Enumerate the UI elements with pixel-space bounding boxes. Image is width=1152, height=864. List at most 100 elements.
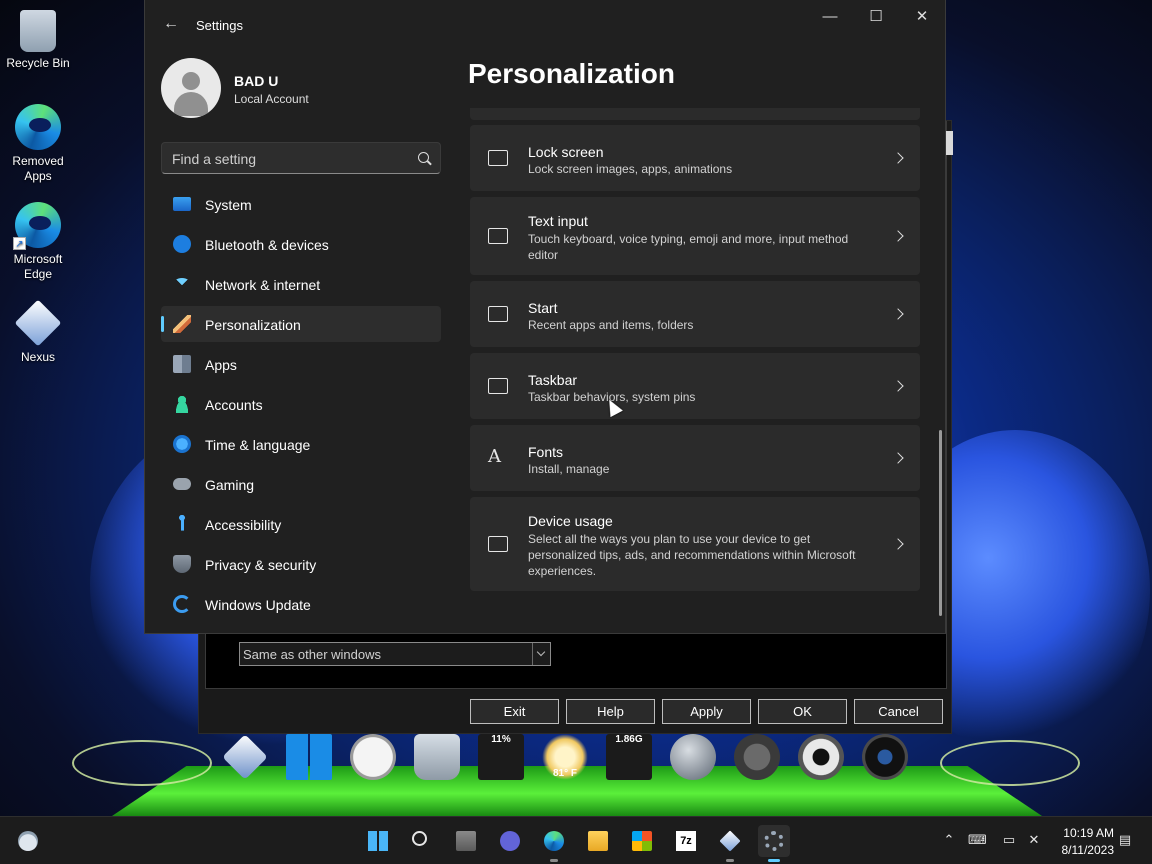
taskbar-settings[interactable] xyxy=(758,825,790,862)
lock-screen-icon xyxy=(488,150,508,166)
card-title: Device usage xyxy=(528,513,613,529)
window-style-dropdown[interactable]: Same as other windows xyxy=(239,642,551,666)
avatar-body-icon xyxy=(174,92,208,116)
dock-recycle-bin[interactable] xyxy=(410,732,464,786)
start-icon xyxy=(488,306,508,322)
sidebar-item-label: Privacy & security xyxy=(205,557,317,573)
gear-icon xyxy=(764,831,784,851)
card-start[interactable]: Start Recent apps and items, folders xyxy=(470,281,920,347)
display-icon[interactable]: ▭ xyxy=(1000,831,1018,849)
taskbar-start[interactable] xyxy=(362,825,394,857)
card-fonts[interactable]: A Fonts Install, manage xyxy=(470,425,920,491)
minimize-button[interactable]: — xyxy=(807,4,853,30)
edge-icon xyxy=(15,104,61,150)
chevron-up-icon[interactable]: ⌃ xyxy=(940,831,958,849)
sidebar-item-accessibility[interactable]: Accessibility xyxy=(161,506,441,542)
content-scrollbar[interactable] xyxy=(939,430,942,616)
taskbar-edge[interactable] xyxy=(538,825,570,862)
card-taskbar[interactable]: Taskbar Taskbar behaviors, system pins xyxy=(470,353,920,419)
desktop-icon-label: Recycle Bin xyxy=(6,56,70,70)
card-lock-screen[interactable]: Lock screen Lock screen images, apps, an… xyxy=(470,125,920,191)
running-indicator xyxy=(768,859,780,862)
settings-window: ← Settings — ☐ ✕ BAD U Local Account Sys… xyxy=(144,0,946,634)
sidebar-item-time-language[interactable]: Time & language xyxy=(161,426,441,462)
card-description: Select all the ways you plan to use your… xyxy=(528,532,856,578)
cloud-icon xyxy=(18,831,38,851)
cancel-button[interactable]: Cancel xyxy=(854,699,943,724)
taskbar-weather[interactable] xyxy=(12,825,44,857)
taskbar-7zip[interactable]: 7z xyxy=(670,825,702,857)
sidebar-item-windows-update[interactable]: Windows Update xyxy=(161,586,441,622)
taskbar-task-view[interactable] xyxy=(450,825,482,857)
clock-icon xyxy=(350,734,396,780)
update-icon xyxy=(173,595,191,613)
maximize-button[interactable]: ☐ xyxy=(853,4,899,30)
sidebar-item-system[interactable]: System xyxy=(161,186,441,222)
search-icon xyxy=(412,831,427,846)
sidebar-item-gaming[interactable]: Gaming xyxy=(161,466,441,502)
memory-usage-label: 1.86G xyxy=(615,734,643,745)
taskbar-search[interactable] xyxy=(406,825,438,857)
close-button[interactable]: ✕ xyxy=(899,4,945,30)
person-icon xyxy=(173,395,191,413)
sidebar-item-apps[interactable]: Apps xyxy=(161,346,441,382)
accessibility-icon xyxy=(173,515,191,533)
gamepad-icon xyxy=(173,478,191,490)
wifi-icon xyxy=(173,278,191,292)
card-description: Lock screen images, apps, animations xyxy=(528,162,733,176)
card-title: Fonts xyxy=(528,444,564,460)
dock-webcam[interactable] xyxy=(794,732,848,786)
desktop-icon-microsoft-edge[interactable]: ↗ Microsoft Edge xyxy=(0,202,76,282)
card-device-usage[interactable]: Device usage Select all the ways you pla… xyxy=(470,497,920,591)
sidebar-item-privacy[interactable]: Privacy & security xyxy=(161,546,441,582)
desktop-icon-nexus[interactable]: Nexus xyxy=(0,299,76,365)
taskbar-chat[interactable] xyxy=(494,825,526,857)
user-name: BAD U xyxy=(234,73,279,89)
taskbar-store[interactable] xyxy=(626,825,658,857)
sidebar-item-accounts[interactable]: Accounts xyxy=(161,386,441,422)
dock-nexus[interactable] xyxy=(218,732,272,786)
settings-card-partial[interactable] xyxy=(470,108,920,120)
windows-logo-icon xyxy=(286,734,332,780)
help-button[interactable]: Help xyxy=(566,699,655,724)
sidebar-item-bluetooth[interactable]: Bluetooth & devices xyxy=(161,226,441,262)
dock-cpu-meter[interactable]: 11% xyxy=(474,732,528,786)
card-description: Touch keyboard, voice typing, emoji and … xyxy=(528,232,849,262)
sidebar-item-label: Gaming xyxy=(205,477,255,493)
search-box[interactable] xyxy=(161,142,441,174)
taskbar-file-explorer[interactable] xyxy=(582,825,614,857)
sidebar-item-network[interactable]: Network & internet xyxy=(161,266,441,302)
search-input[interactable] xyxy=(172,149,407,169)
dock-windows[interactable] xyxy=(282,732,336,786)
dock-memory-meter[interactable]: 1.86G xyxy=(602,732,656,786)
sidebar-item-personalization[interactable]: Personalization xyxy=(161,306,441,342)
desktop-icon-recycle-bin[interactable]: Recycle Bin xyxy=(0,10,76,71)
fonts-icon: A xyxy=(488,446,501,467)
ok-button[interactable]: OK xyxy=(758,699,847,724)
dock-power[interactable] xyxy=(730,732,784,786)
dock-clock[interactable] xyxy=(346,732,400,786)
card-text-input[interactable]: Text input Touch keyboard, voice typing,… xyxy=(470,197,920,275)
dock-camera[interactable] xyxy=(858,732,912,786)
exit-button[interactable]: Exit xyxy=(470,699,559,724)
nexus-icon xyxy=(222,734,268,780)
keyboard-icon[interactable]: ⌨ xyxy=(968,831,987,849)
dock-network-globe[interactable] xyxy=(666,732,720,786)
tray-date[interactable]: 8/11/2023 xyxy=(1050,843,1115,857)
chevron-down-icon[interactable] xyxy=(532,643,550,665)
title-bar[interactable]: ← Settings — ☐ ✕ xyxy=(145,0,945,50)
tray-time[interactable]: 10:19 AM xyxy=(1050,826,1114,840)
running-indicator xyxy=(726,859,734,862)
notification-icon[interactable]: ▤ xyxy=(1116,831,1134,849)
app-title: Settings xyxy=(196,18,243,33)
apply-button[interactable]: Apply xyxy=(662,699,751,724)
search-icon[interactable] xyxy=(418,152,429,163)
store-icon xyxy=(632,831,652,851)
dock-weather[interactable]: 81° F xyxy=(538,732,592,786)
nexus-icon xyxy=(719,830,741,852)
desktop-icon-removed-apps[interactable]: Removed Apps xyxy=(0,104,76,184)
back-arrow-icon[interactable]: ← xyxy=(161,14,181,34)
dialog-scroll-thumb[interactable] xyxy=(945,131,953,155)
taskbar-nexus[interactable] xyxy=(714,825,746,862)
volume-muted-icon[interactable]: ✕ xyxy=(1025,831,1043,849)
